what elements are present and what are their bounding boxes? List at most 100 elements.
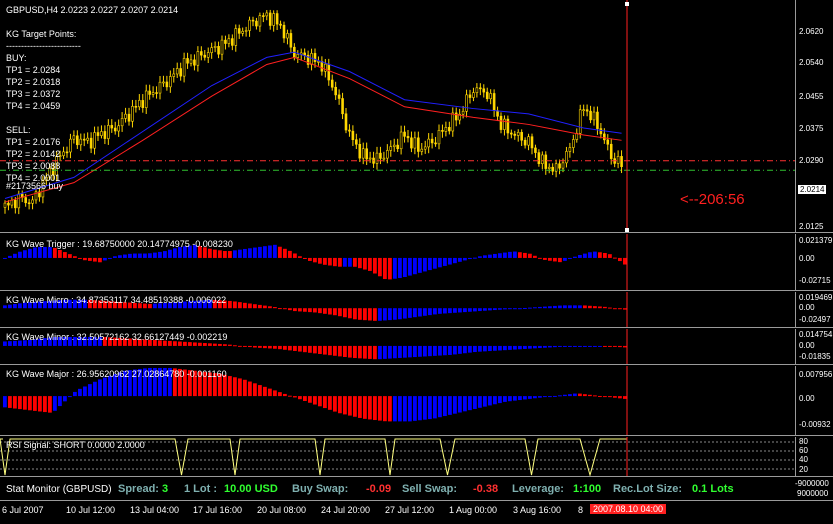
histogram-bar xyxy=(93,381,97,397)
histogram-bar xyxy=(613,308,617,310)
histogram-bar xyxy=(303,396,307,401)
histogram-bar xyxy=(548,345,552,348)
candle-body xyxy=(589,110,592,121)
candle-body xyxy=(158,81,162,94)
histogram-bar xyxy=(343,396,347,415)
histogram-bar xyxy=(288,345,292,351)
symbol-header: GBPUSD,H4 2.0223 2.0227 2.0207 2.0214 xyxy=(6,5,179,15)
price-chart-panel[interactable]: GBPUSD,H4 2.0223 2.0227 2.0207 2.0214 KG… xyxy=(0,0,795,233)
histogram-bar xyxy=(98,379,102,397)
candle-body xyxy=(423,146,427,150)
histogram-bar xyxy=(493,253,497,258)
histogram-bar xyxy=(403,257,407,277)
histogram-bar xyxy=(528,345,532,349)
histogram-bar xyxy=(333,308,337,316)
histogram-bar xyxy=(3,305,7,309)
candle-body xyxy=(272,13,275,26)
histogram-bar xyxy=(68,254,72,258)
histogram-bar xyxy=(428,308,432,316)
histogram-bar xyxy=(388,396,392,422)
histogram-bar xyxy=(223,251,227,258)
histogram-bar xyxy=(623,396,627,399)
histogram-bar xyxy=(118,255,122,258)
price-axis[interactable]: 2.0620 2.0540 2.0455 2.0375 2.0290 2.021… xyxy=(795,0,833,233)
candle-body xyxy=(454,112,458,121)
histogram-bar xyxy=(613,257,617,259)
axis-tick: 0.019469 xyxy=(799,293,833,302)
histogram-bar xyxy=(203,343,207,346)
histogram-bar xyxy=(593,345,597,347)
histogram-bar xyxy=(363,308,367,321)
histogram-bar xyxy=(318,345,322,354)
candle-body xyxy=(227,38,231,44)
histogram-bar xyxy=(518,252,522,258)
histogram-bar xyxy=(298,308,302,312)
histogram-bar xyxy=(438,396,442,418)
histogram-bar xyxy=(348,308,352,319)
candle-body xyxy=(499,115,503,130)
histogram-bar xyxy=(503,252,507,258)
candle-body xyxy=(203,54,207,58)
histogram-bar xyxy=(328,257,332,266)
histogram-bar xyxy=(483,308,487,311)
histogram-bar xyxy=(588,252,592,258)
histogram-bar xyxy=(418,345,422,357)
rsi-signal-panel[interactable]: RSI Signal: SHORT 0.0000 2.0000 xyxy=(0,437,795,477)
histogram-bar xyxy=(8,396,12,408)
histogram-bar xyxy=(558,305,562,309)
histogram-bar xyxy=(618,396,622,399)
histogram-bar xyxy=(538,396,542,398)
time-axis[interactable]: 6 Jul 2007 10 Jul 12:00 13 Jul 04:00 17 … xyxy=(0,501,795,524)
candle-body xyxy=(386,150,389,159)
histogram-bar xyxy=(473,257,477,259)
histogram-bar xyxy=(38,396,42,412)
histogram-bar xyxy=(413,308,417,318)
histogram-bar xyxy=(383,257,387,280)
wave-minor-panel[interactable]: KG Wave Minor : 32.50572162 32.66127449 … xyxy=(0,329,795,365)
histogram-bar xyxy=(608,345,612,347)
histogram-bar xyxy=(228,376,232,397)
histogram-bar xyxy=(498,396,502,404)
wave-trigger-panel[interactable]: KG Wave Trigger : 19.68750000 20.1477497… xyxy=(0,234,795,291)
histogram-bar xyxy=(498,345,502,351)
spread-value: 3 xyxy=(162,483,169,495)
candle-body xyxy=(441,130,444,132)
histogram-bar xyxy=(43,396,47,413)
histogram-bar xyxy=(508,396,512,402)
histogram-bar xyxy=(78,388,82,397)
histogram-bar xyxy=(438,257,442,268)
histogram-bar xyxy=(388,345,392,359)
wave-micro-panel[interactable]: KG Wave Micro : 34.87353117 34.48519388 … xyxy=(0,292,795,328)
candle-body xyxy=(3,202,7,208)
candle-body xyxy=(282,24,286,39)
target-info-line: TP3 = 2.0372 xyxy=(6,89,61,99)
candle-body xyxy=(24,197,27,204)
histogram-bar xyxy=(3,257,7,259)
histogram-bar xyxy=(208,248,212,258)
histogram-bar xyxy=(63,396,67,402)
wave-major-panel[interactable]: KG Wave Major : 26.95620962 27.02864780 … xyxy=(0,366,795,436)
histogram-bar xyxy=(548,257,552,261)
candle-body xyxy=(165,81,169,88)
histogram-bar xyxy=(548,396,552,398)
histogram-bar xyxy=(18,396,22,410)
histogram-bar xyxy=(538,306,542,309)
axis-tick: 0.007956 xyxy=(799,370,833,379)
histogram-bar xyxy=(463,396,467,412)
histogram-bar xyxy=(453,257,457,264)
candle-body xyxy=(513,133,517,136)
candle-body xyxy=(541,154,544,164)
histogram-bar xyxy=(618,345,622,348)
histogram-bar xyxy=(3,341,7,346)
histogram-bar xyxy=(458,396,462,413)
histogram-bar xyxy=(413,396,417,421)
histogram-bar xyxy=(188,342,192,346)
axis-tick: 80 xyxy=(799,437,808,446)
histogram-bar xyxy=(198,342,202,346)
histogram-bar xyxy=(548,306,552,309)
histogram-bar xyxy=(8,255,12,258)
histogram-bar xyxy=(613,396,617,398)
histogram-bar xyxy=(528,396,532,399)
candle-body xyxy=(255,20,258,27)
histogram-bar xyxy=(518,308,522,310)
